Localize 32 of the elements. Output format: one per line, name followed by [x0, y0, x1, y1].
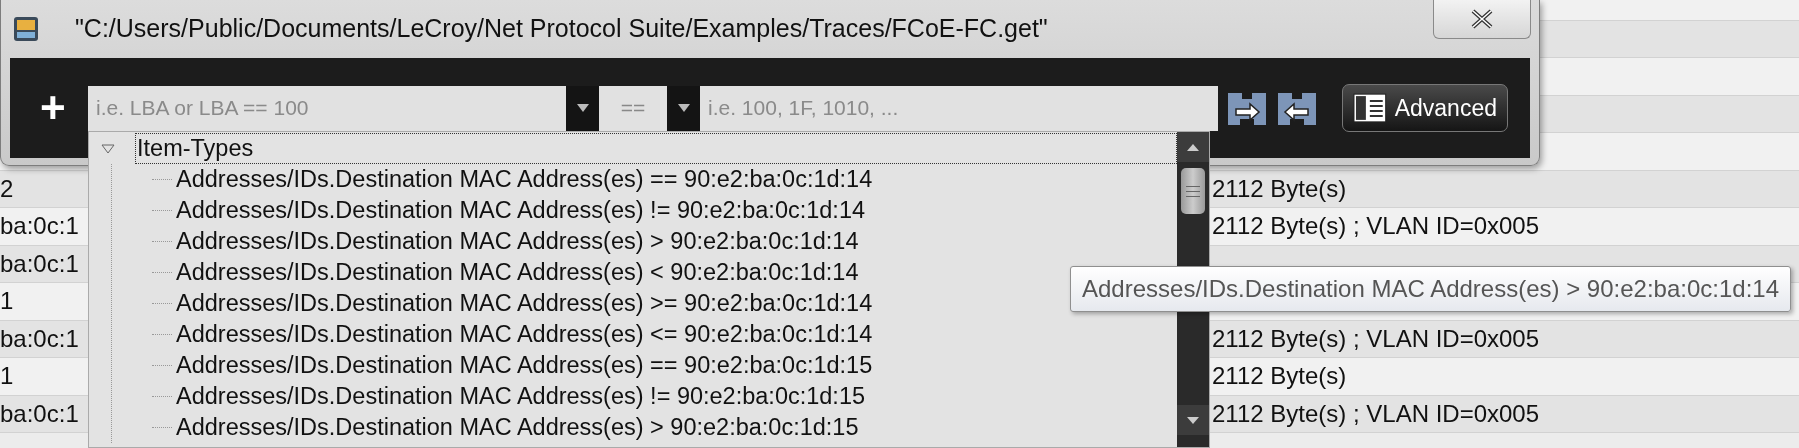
- dropdown-button[interactable]: [566, 85, 599, 131]
- window-title: "C:/Users/Public/Documents/LeCroy/Net Protocol Suite/Examples/Traces/FCoE-FC.get": [75, 13, 1048, 45]
- table-cell: ba:0c:1: [0, 324, 79, 352]
- caret-icon: [576, 104, 589, 112]
- table-cell: 1: [0, 362, 14, 390]
- close-button[interactable]: [1433, 0, 1531, 39]
- scrollbar-thumb[interactable]: [1181, 168, 1205, 214]
- add-button[interactable]: +: [40, 86, 88, 130]
- table-cell-text: 2112 Byte(s) ; VLAN ID=0x005: [1212, 398, 1540, 429]
- table-cell: 2: [0, 174, 14, 202]
- table-cell: ba:0c:1: [0, 249, 79, 277]
- caret-icon: [677, 104, 690, 112]
- table-cell-text: 2112 Byte(s): [1212, 173, 1347, 204]
- table-cell: ba:0c:1: [0, 399, 79, 427]
- scroll-up-button[interactable]: [1177, 132, 1209, 162]
- operator-value: ==: [599, 85, 667, 131]
- table-cell-text: 2112 Byte(s) ; VLAN ID=0x005: [1212, 323, 1540, 354]
- tooltip: Addresses/IDs.Destination MAC Address(es) > 90:e2:ba:0c:1d:14: [1070, 266, 1792, 312]
- value-input[interactable]: i.e. 100, 1F, 1010, ...: [700, 85, 1218, 131]
- advanced-button[interactable]: Advanced: [1342, 84, 1508, 132]
- table-cell: 1: [0, 287, 14, 315]
- tree-item[interactable]: Item-Types: [135, 133, 1177, 164]
- up-arrow-icon: [1187, 143, 1199, 151]
- table-cell-text: 2112 Byte(s) ; VLAN ID=0x005: [1212, 211, 1540, 242]
- table-cell-text: 2112 Byte(s): [1212, 361, 1347, 392]
- field-input[interactable]: i.e. LBA or LBA == 100: [88, 85, 566, 131]
- app-icon: [13, 16, 39, 42]
- table-cell: ba:0c:1: [0, 212, 79, 240]
- panel-icon: [1353, 93, 1387, 123]
- down-arrow-icon: [1187, 416, 1199, 424]
- dropdown-button[interactable]: [667, 85, 700, 131]
- scroll-down-button[interactable]: [1177, 405, 1209, 435]
